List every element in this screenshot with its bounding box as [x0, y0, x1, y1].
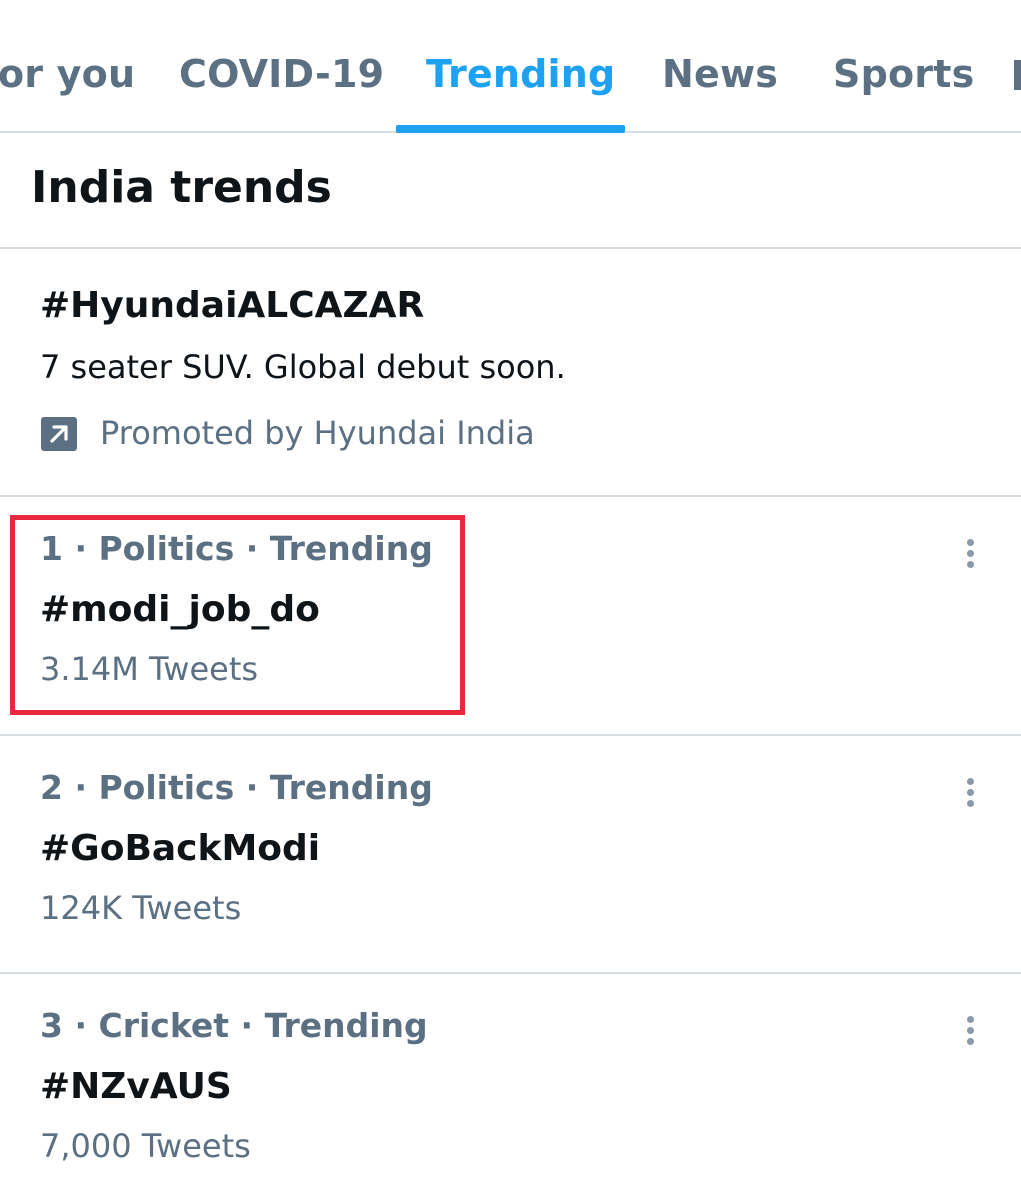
tab-covid-19[interactable]: COVID-19	[179, 52, 384, 96]
tab-sports[interactable]: Sports	[833, 52, 974, 96]
divider	[0, 247, 1021, 249]
tab-next-partial[interactable]	[1014, 60, 1021, 90]
more-options-icon[interactable]	[956, 533, 986, 573]
active-tab-indicator	[396, 125, 625, 133]
promoted-description: 7 seater SUV. Global debut soon.	[40, 348, 566, 386]
trend-tweet-count: 7,000 Tweets	[40, 1127, 251, 1165]
trend-hashtag[interactable]: #modi_job_do	[40, 589, 320, 630]
trend-tweet-count: 3.14M Tweets	[40, 650, 259, 688]
promoted-by-label: Promoted by Hyundai India	[100, 414, 535, 452]
trend-hashtag[interactable]: #NZvAUS	[40, 1066, 232, 1107]
trend-item-1[interactable]: 1 · Politics · Trending #modi_job_do 3.1…	[0, 497, 1021, 735]
tab-trending[interactable]: Trending	[426, 52, 615, 96]
more-options-icon[interactable]	[956, 772, 986, 812]
promoted-hashtag[interactable]: #HyundaiALCAZAR	[40, 285, 424, 326]
promoted-arrow-icon	[41, 417, 77, 451]
trend-item-3[interactable]: 3 · Cricket · Trending #NZvAUS 7,000 Twe…	[0, 974, 1021, 1200]
trend-meta: 1 · Politics · Trending	[40, 529, 433, 568]
trend-hashtag[interactable]: #GoBackModi	[40, 828, 320, 869]
trend-meta: 2 · Politics · Trending	[40, 768, 433, 807]
tab-news[interactable]: News	[662, 52, 778, 96]
tab-for-you[interactable]: or you	[0, 52, 135, 96]
trend-meta: 3 · Cricket · Trending	[40, 1006, 428, 1045]
section-title: India trends	[31, 162, 332, 213]
more-options-icon[interactable]	[956, 1010, 986, 1050]
trend-item-2[interactable]: 2 · Politics · Trending #GoBackModi 124K…	[0, 736, 1021, 974]
explore-tab-bar: or you COVID-19 Trending News Sports	[0, 0, 1021, 133]
explore-page: or you COVID-19 Trending News Sports Ind…	[0, 0, 1021, 1200]
trend-tweet-count: 124K Tweets	[40, 889, 242, 927]
